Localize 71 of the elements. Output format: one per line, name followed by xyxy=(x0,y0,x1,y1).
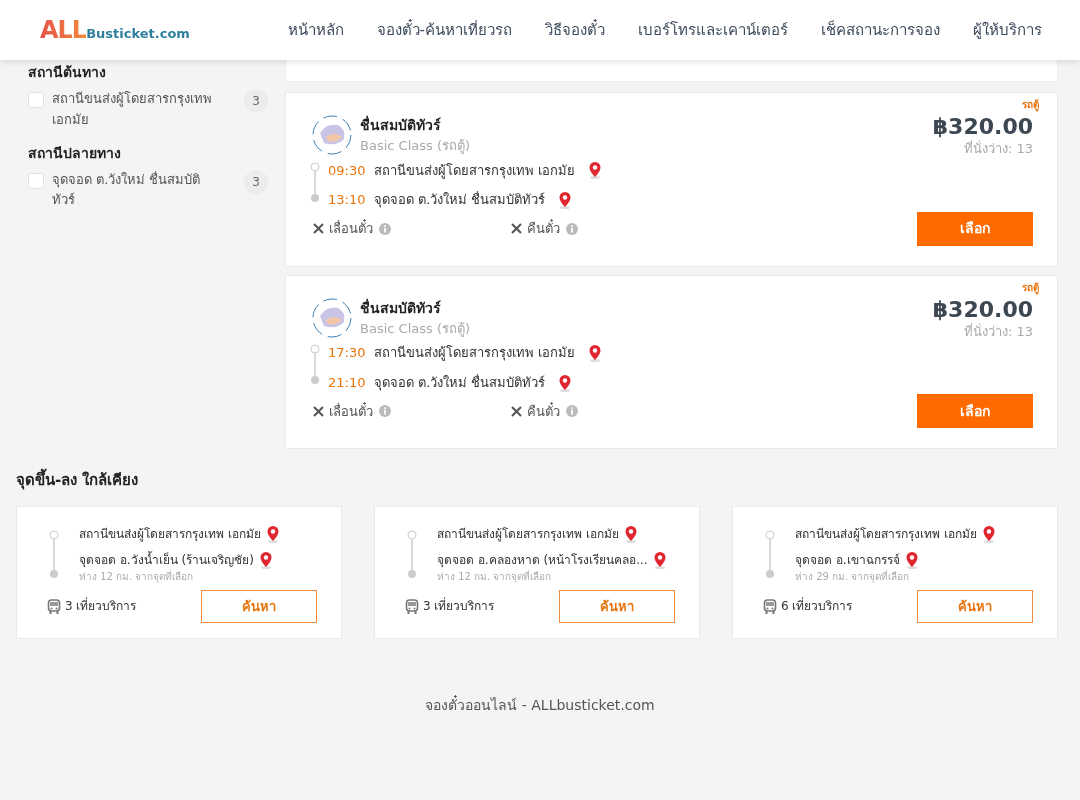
nav-link[interactable]: เบอร์โทรและเคาน์เตอร์ xyxy=(638,18,788,42)
nav-link[interactable]: หน้าหลัก xyxy=(287,18,344,42)
stop-name: สถานีขนส่งผู้โดยสารกรุงเทพ เอกมัย xyxy=(437,525,619,543)
distance-note: ห่าง 12 กม. จากจุดที่เลือก xyxy=(79,568,195,584)
count-badge: 3 xyxy=(244,89,268,113)
time: 17:30 xyxy=(328,344,366,363)
stop-name: จุดจอด อ.คลองหาด (หน้าโรงเรียนคลอ... xyxy=(437,551,648,569)
time: 21:10 xyxy=(328,373,366,392)
count-badge: 3 xyxy=(244,169,268,194)
nav-link[interactable]: เช็คสถานะการจอง xyxy=(821,18,940,42)
map-pin-icon[interactable] xyxy=(558,373,573,392)
map-pin-icon[interactable] xyxy=(588,344,603,363)
stop-name: จุดจอด ต.วังใหม่ ชื่นสมบัติทัวร์ xyxy=(374,373,546,393)
map-pin-icon[interactable] xyxy=(652,550,667,569)
stop-name: จุดจอด อ.เขาฉกรรจ์ xyxy=(795,551,900,569)
trip-count: 6 เที่ยวบริการ xyxy=(781,597,853,616)
vehicle-tag: รถตู้ xyxy=(1022,97,1039,112)
map-pin-icon[interactable] xyxy=(904,550,919,569)
vehicle-tag: รถตู้ xyxy=(1022,279,1039,295)
route-timeline xyxy=(407,528,417,579)
price: ฿320.00 xyxy=(932,297,1033,322)
bus-icon xyxy=(405,598,419,614)
stop-name: สถานีขนส่งผู้โดยสารกรุงเทพ เอกมัย xyxy=(374,161,576,181)
policy-label: เลื่อนตั๋ว xyxy=(329,218,373,238)
time: 09:30 xyxy=(328,161,366,180)
time: 13:10 xyxy=(328,191,366,210)
checkbox-label[interactable]: สถานีขนส่งผู้โดยสารกรุงเทพ เอกมัย xyxy=(52,89,236,131)
stop-name: สถานีขนส่งผู้โดยสารกรุงเทพ เอกมัย xyxy=(79,525,261,543)
trip-count: 3 เที่ยวบริการ xyxy=(423,597,495,616)
route-timeline xyxy=(49,528,59,579)
operator-name: ชื่นสมบัติทัวร์ xyxy=(360,115,442,135)
operator-name: ชื่นสมบัติทัวร์ xyxy=(360,297,442,318)
price: ฿320.00 xyxy=(932,115,1033,140)
map-pin-icon[interactable] xyxy=(265,524,280,543)
checkbox-label[interactable]: จุดจอด ต.วังใหม่ ชื่นสมบัติทัวร์ xyxy=(52,169,236,212)
seats-available: ที่นั่งว่าง: 13 xyxy=(962,139,1033,159)
bus-icon xyxy=(763,598,777,614)
checkbox[interactable] xyxy=(28,92,44,108)
route-timeline xyxy=(310,160,320,203)
policy-label: คืนตั๋ว xyxy=(527,218,560,238)
bus-class: Basic Class (รถตู้) xyxy=(360,319,471,339)
bus-icon xyxy=(47,598,61,614)
filter-heading: สถานีปลายทาง xyxy=(28,143,122,163)
bus-class: Basic Class (รถตู้) xyxy=(360,137,471,156)
logo-text[interactable]: Busticket.com xyxy=(86,24,190,44)
footer-text: จองตั๋วออนไลน์ - ALLbusticket.com xyxy=(425,696,655,713)
policy-label: คืนตั๋ว xyxy=(527,401,560,421)
map-pin-icon[interactable] xyxy=(558,190,573,209)
nav-link[interactable]: ผู้ให้บริการ xyxy=(973,18,1042,42)
checkbox[interactable] xyxy=(28,172,44,189)
operator-logo xyxy=(312,115,352,155)
distance-note: ห่าง 29 กม. จากจุดที่เลือก xyxy=(795,568,911,584)
map-pin-icon[interactable] xyxy=(258,550,273,569)
map-pin-icon[interactable] xyxy=(623,524,638,543)
distance-note: ห่าง 12 กม. จากจุดที่เลือก xyxy=(437,568,553,584)
trip-count: 3 เที่ยวบริการ xyxy=(65,597,137,616)
stop-name: จุดจอด อ.วังน้ำเย็น (ร้านเจริญชัย) xyxy=(79,550,254,569)
route-timeline xyxy=(765,528,775,579)
seats-available: ที่นั่งว่าง: 13 xyxy=(962,322,1033,341)
policy-label: เลื่อนตั๋ว xyxy=(329,401,373,421)
stop-name: จุดจอด ต.วังใหม่ ชื่นสมบัติทัวร์ xyxy=(374,190,546,210)
filter-heading: สถานีต้นทาง xyxy=(28,63,107,82)
nav-link[interactable]: วิธีจองตั๋ว xyxy=(545,18,605,42)
nav-link[interactable]: จองตั๋ว-ค้นหาเที่ยวรถ xyxy=(376,18,512,42)
stop-name: สถานีขนส่งผู้โดยสารกรุงเทพ เอกมัย xyxy=(795,525,977,543)
section-heading: จุดขึ้น-ลง ใกล้เคียง xyxy=(16,469,1064,492)
stop-name: สถานีขนส่งผู้โดยสารกรุงเทพ เอกมัย xyxy=(374,344,576,363)
map-pin-icon[interactable] xyxy=(588,161,603,180)
operator-logo xyxy=(312,297,352,338)
route-timeline xyxy=(310,343,320,386)
map-pin-icon[interactable] xyxy=(981,524,996,543)
